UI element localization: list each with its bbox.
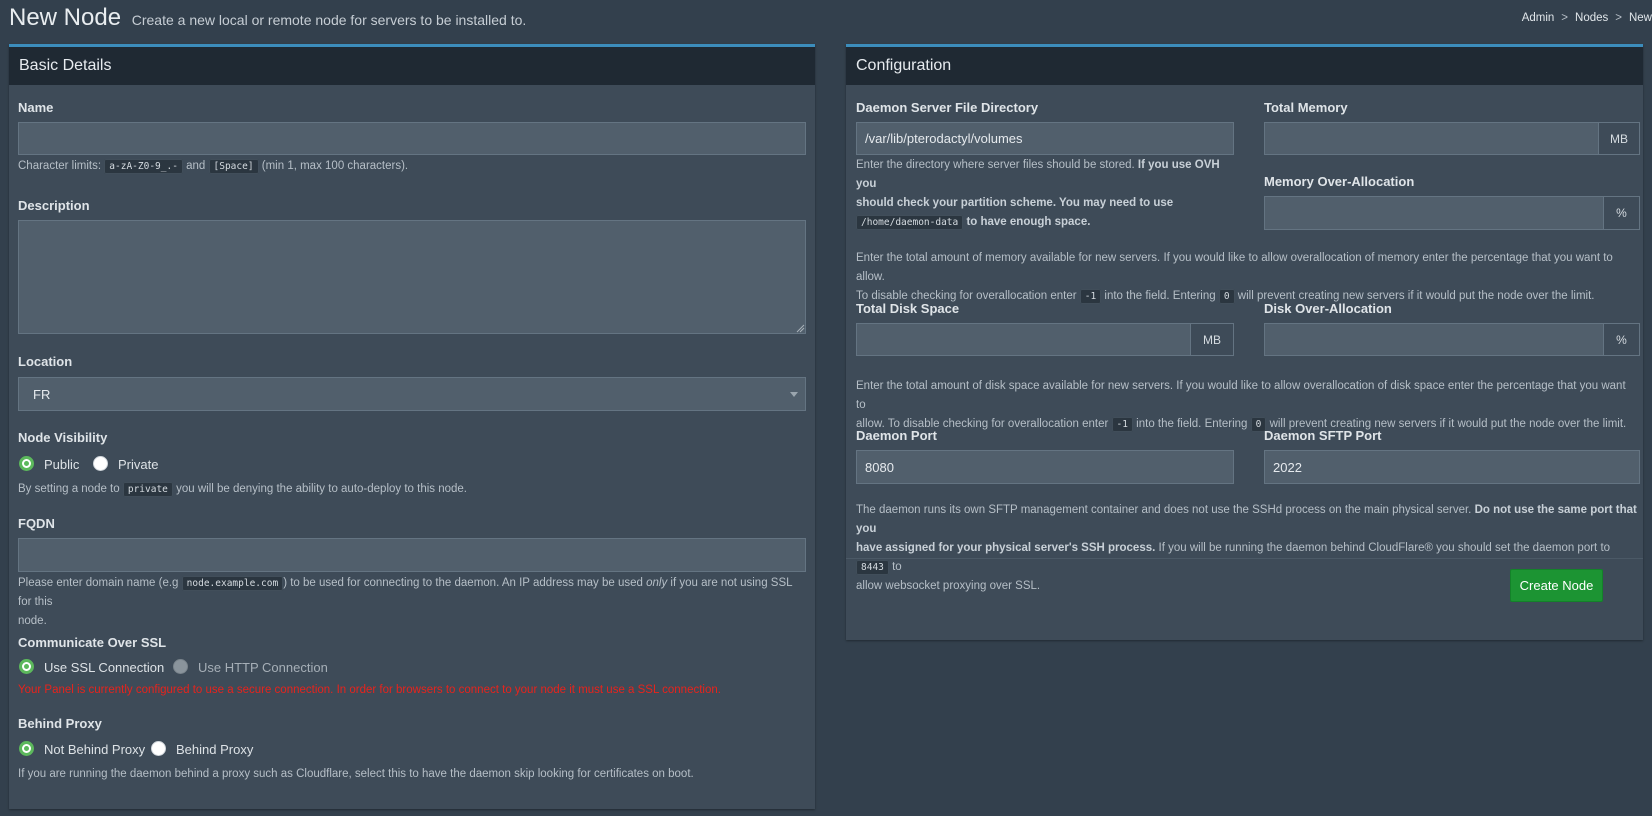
footer-divider (846, 558, 1643, 559)
public-radio[interactable] (19, 456, 34, 471)
configuration-heading: Configuration (846, 47, 1643, 85)
breadcrumb-separator: > (1561, 12, 1569, 24)
daemon-help-line3: allow websocket proxying over SSL. (856, 580, 1041, 592)
resize-handle-icon[interactable] (796, 324, 805, 333)
name-help-text: Character limits: (18, 160, 102, 172)
sftp-port-input[interactable]: 2022 (1264, 450, 1640, 484)
private-radio[interactable] (93, 456, 108, 471)
private-radio-label[interactable]: Private (118, 457, 158, 472)
ssl-radio[interactable] (19, 659, 34, 674)
port-8443-code: 8443 (856, 560, 889, 575)
daemon-help-bold-2: have assigned for your physical server's… (856, 542, 1156, 554)
directory-help-bold-2: should check your partition scheme. You … (856, 197, 1174, 209)
disk-label: Total Disk Space (856, 301, 960, 316)
page-subtitle: Create a new local or remote node for se… (131, 12, 527, 28)
fqdn-help: Please enter domain name (e.g node.examp… (18, 574, 798, 631)
http-radio-label: Use HTTP Connection (198, 660, 328, 675)
visibility-help: By setting a node to private you will be… (18, 480, 467, 499)
private-code: private (122, 482, 173, 497)
page-title: New Node Create a new local or remote no… (9, 4, 526, 32)
http-radio (173, 659, 188, 674)
visibility-help-text-end: you will be denying the ability to auto-… (176, 483, 467, 495)
directory-help-bold-3: to have enough space. (966, 216, 1091, 228)
breadcrumb-new: New (1628, 12, 1652, 24)
chevron-down-icon (790, 392, 798, 397)
directory-help: Enter the directory where server files s… (856, 156, 1234, 232)
memory-help: Enter the total amount of memory availab… (856, 249, 1641, 306)
fqdn-help-emphasis: only (646, 577, 668, 589)
name-help-and: and (186, 160, 206, 172)
disk-help-line1: Enter the total amount of disk space ava… (856, 380, 1626, 411)
directory-label: Daemon Server File Directory (856, 100, 1039, 115)
directory-help-text: Enter the directory where server files s… (856, 159, 1135, 171)
disk-over-unit: % (1603, 323, 1640, 356)
memory-unit: MB (1598, 122, 1640, 155)
zero-code: 0 (1218, 289, 1235, 304)
memory-help-line1: Enter the total amount of memory availab… (856, 252, 1613, 283)
name-input[interactable] (18, 122, 806, 155)
memory-input[interactable] (1264, 122, 1599, 155)
memory-label: Total Memory (1264, 100, 1348, 115)
visibility-label: Node Visibility (18, 430, 108, 445)
disk-help: Enter the total amount of disk space ava… (856, 377, 1636, 434)
ssl-label: Communicate Over SSL (18, 635, 167, 650)
name-space-code: [Space] (208, 159, 259, 174)
behind-proxy-label[interactable]: Behind Proxy (176, 742, 253, 757)
ssl-radio-label[interactable]: Use SSL Connection (44, 660, 164, 675)
daemon-help-line2: If you will be running the daemon behind… (1158, 542, 1611, 554)
disk-input[interactable] (856, 323, 1191, 356)
name-help-limits: (min 1, max 100 characters). (261, 160, 409, 172)
breadcrumb-nodes[interactable]: Nodes (1575, 12, 1608, 24)
memory-help-mid: into the field. Entering (1104, 290, 1216, 302)
content-header: New Node Create a new local or remote no… (9, 0, 1652, 44)
fqdn-help-mid: ) to be used for connecting to the daemo… (283, 577, 643, 589)
location-label: Location (18, 354, 73, 369)
disk-over-label: Disk Over-Allocation (1264, 301, 1392, 316)
memory-over-label: Memory Over-Allocation (1264, 174, 1415, 189)
minus-one-code: -1 (1079, 289, 1102, 304)
name-help: Character limits: a-zA-Z0-9_.- and [Spac… (18, 157, 408, 176)
basic-details-heading: Basic Details (9, 47, 815, 85)
daemon-help-line1: The daemon runs its own SFTP management … (856, 504, 1472, 516)
location-select[interactable]: FR (18, 377, 806, 411)
fqdn-help-line2: node. (18, 615, 47, 627)
page-title-text: New Node (9, 4, 122, 31)
sftp-port-label: Daemon SFTP Port (1264, 428, 1382, 443)
daemon-port-input[interactable]: 8080 (856, 450, 1234, 484)
disk-unit: MB (1190, 323, 1234, 356)
configuration-panel: Configuration Daemon Server File Directo… (846, 44, 1643, 640)
fqdn-example-code: node.example.com (181, 576, 284, 591)
visibility-help-text: By setting a node to (18, 483, 120, 495)
disk-over-input[interactable] (1264, 323, 1604, 356)
daemon-help-to: to (892, 561, 902, 573)
not-behind-proxy-label[interactable]: Not Behind Proxy (44, 742, 145, 757)
behind-proxy-radio[interactable] (151, 741, 166, 756)
description-label: Description (18, 198, 90, 213)
breadcrumb-separator: > (1615, 12, 1622, 24)
directory-input[interactable]: /var/lib/pterodactyl/volumes (856, 122, 1234, 155)
memory-over-unit: % (1603, 196, 1640, 230)
fqdn-label: FQDN (18, 516, 55, 531)
memory-over-input[interactable] (1264, 196, 1604, 230)
description-textarea[interactable] (18, 220, 806, 334)
proxy-label: Behind Proxy (18, 716, 102, 731)
name-charset-code: a-zA-Z0-9_.- (104, 159, 183, 174)
port-label: Daemon Port (856, 428, 937, 443)
create-node-button[interactable]: Create Node (1510, 569, 1603, 602)
fqdn-input[interactable] (18, 538, 806, 572)
not-behind-proxy-radio[interactable] (19, 741, 34, 756)
public-radio-label[interactable]: Public (44, 457, 79, 472)
minus-one-code: -1 (1111, 417, 1133, 432)
fqdn-help-text: Please enter domain name (e.g (18, 577, 179, 589)
proxy-help: If you are running the daemon behind a p… (18, 768, 694, 780)
basic-details-panel: Basic Details Name Character limits: a-z… (9, 44, 815, 809)
name-label: Name (18, 100, 54, 115)
daemon-data-code: /home/daemon-data (856, 215, 964, 230)
ssl-error-message: Your Panel is currently configured to us… (18, 684, 721, 696)
breadcrumb: Admin > Nodes > New (1522, 12, 1652, 24)
disk-help-mid: into the field. Entering (1136, 418, 1248, 430)
breadcrumb-admin[interactable]: Admin (1522, 12, 1555, 24)
